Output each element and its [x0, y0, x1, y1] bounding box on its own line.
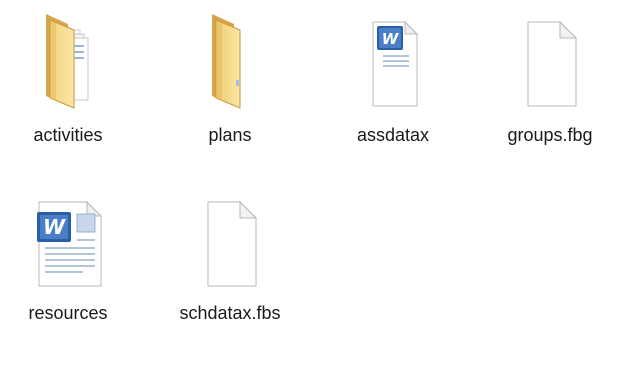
file-name-label: groups.fbg: [507, 125, 593, 145]
svg-text:W: W: [43, 215, 66, 239]
word-document-icon: W: [372, 20, 419, 107]
file-item-schdatax-fbs[interactable]: schdatax.fbs: [170, 190, 290, 340]
blank-file-icon: [527, 20, 578, 107]
file-name-label: assdatax: [356, 125, 430, 145]
folder-with-documents-icon: [46, 14, 89, 109]
file-item-resources[interactable]: W resources: [8, 190, 128, 340]
file-name-label: resources: [28, 303, 108, 323]
file-name-label: schdatax.fbs: [179, 303, 281, 323]
file-item-assdatax[interactable]: W assdatax: [333, 10, 453, 160]
file-name-label: activities: [33, 125, 103, 145]
svg-text:W: W: [382, 30, 400, 48]
file-view-pane: activities plans W assdatax groups.fbg W…: [0, 0, 635, 376]
file-name-label: plans: [208, 125, 252, 145]
folder-icon: [212, 14, 241, 109]
file-item-activities[interactable]: activities: [8, 10, 128, 160]
file-item-groups-fbg[interactable]: groups.fbg: [490, 10, 610, 160]
word-document-large-icon: W: [37, 200, 103, 287]
file-item-plans[interactable]: plans: [170, 10, 290, 160]
blank-file-icon: [207, 200, 258, 287]
